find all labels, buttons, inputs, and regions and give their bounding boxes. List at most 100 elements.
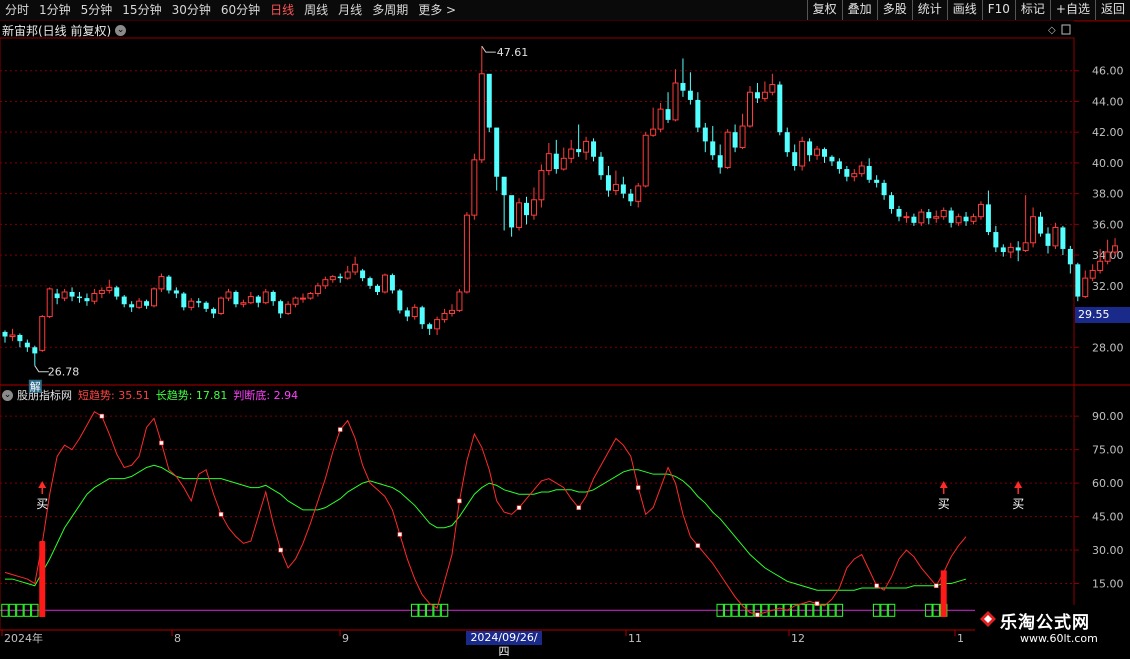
candle-body bbox=[1022, 242, 1029, 251]
candle-body bbox=[948, 210, 954, 223]
watermark: 乐淘公式网 www.60lt.com bbox=[975, 605, 1130, 650]
candle-body bbox=[628, 193, 634, 202]
buy-signal-label: 买 bbox=[1012, 497, 1024, 511]
candle-body bbox=[375, 285, 380, 292]
candle-body bbox=[605, 175, 611, 191]
x-axis-label: 12 bbox=[791, 632, 805, 645]
candle-body bbox=[747, 91, 753, 127]
candle-body bbox=[136, 300, 143, 308]
short-trend-marker bbox=[159, 440, 164, 446]
buy-arrow-icon bbox=[38, 481, 47, 488]
candle-body bbox=[1045, 233, 1051, 246]
candle-body bbox=[1007, 246, 1014, 253]
candle-body bbox=[784, 132, 790, 153]
candle-body bbox=[419, 307, 425, 325]
candle-body bbox=[680, 83, 686, 91]
buy-signal-bar bbox=[940, 570, 947, 617]
candle-body bbox=[427, 324, 433, 329]
candle-body bbox=[129, 304, 135, 308]
candle-body bbox=[516, 202, 523, 228]
short-trend-marker bbox=[397, 532, 403, 537]
candle-body bbox=[1067, 248, 1073, 265]
candle-body bbox=[620, 184, 626, 194]
candle-body bbox=[933, 216, 940, 219]
short-trend-marker bbox=[814, 601, 820, 606]
x-axis-label: 1 bbox=[957, 632, 964, 645]
short-trend-marker bbox=[576, 505, 581, 510]
candle-body bbox=[381, 274, 388, 293]
candle-body bbox=[553, 153, 559, 170]
candle-body bbox=[940, 210, 947, 218]
candle-body bbox=[777, 84, 783, 133]
short-trend-marker bbox=[278, 547, 283, 553]
price-tick-label: 28.00 bbox=[1092, 341, 1124, 354]
candle-body bbox=[963, 216, 969, 222]
candle-body bbox=[814, 148, 821, 156]
candle-body bbox=[874, 179, 880, 183]
candle-body bbox=[389, 275, 395, 291]
watermark-url: www.60lt.com bbox=[1020, 632, 1098, 645]
candle-body bbox=[285, 303, 292, 314]
low-price-label: 26.78 bbox=[48, 366, 80, 379]
candle-body bbox=[687, 90, 693, 100]
high-price-label: 47.61 bbox=[497, 46, 529, 59]
candle-body bbox=[46, 288, 53, 318]
candle-body bbox=[509, 195, 515, 228]
candle-body bbox=[211, 308, 217, 314]
candle-body bbox=[695, 99, 701, 128]
candle-body bbox=[672, 82, 679, 121]
candle-body bbox=[411, 306, 418, 318]
candle-body bbox=[501, 176, 507, 196]
candle-body bbox=[478, 73, 485, 161]
candle-body bbox=[397, 290, 403, 311]
candle-body bbox=[240, 302, 247, 305]
short-trend-marker bbox=[337, 427, 343, 432]
candle-body bbox=[836, 161, 842, 170]
candle-body bbox=[456, 291, 463, 311]
price-tick-label: 46.00 bbox=[1092, 65, 1124, 78]
candle-body bbox=[866, 165, 872, 180]
candle-body bbox=[538, 170, 545, 201]
candle-body bbox=[896, 209, 902, 217]
candle-body bbox=[32, 347, 38, 354]
candle-body bbox=[761, 91, 768, 99]
candle-body bbox=[1000, 247, 1006, 253]
candle-body bbox=[463, 214, 470, 293]
candle-body bbox=[352, 263, 359, 273]
candle-body bbox=[739, 125, 746, 149]
short-trend-marker bbox=[218, 512, 224, 517]
candle-body bbox=[314, 285, 321, 294]
price-tick-label: 42.00 bbox=[1092, 126, 1124, 139]
short-trend-marker bbox=[755, 612, 760, 618]
candle-body bbox=[404, 310, 410, 317]
candle-body bbox=[1060, 227, 1066, 249]
panel-toggle-icon bbox=[1061, 24, 1071, 35]
candle-body bbox=[91, 293, 98, 302]
candle-body bbox=[449, 309, 455, 314]
candle-body bbox=[977, 203, 984, 218]
diamond-icon: ◇ bbox=[1048, 25, 1056, 36]
price-tick-label: 36.00 bbox=[1092, 218, 1124, 231]
candle-body bbox=[851, 173, 858, 178]
price-tick-label: 32.00 bbox=[1092, 280, 1124, 293]
candle-body bbox=[106, 286, 113, 291]
candle-body bbox=[188, 300, 195, 308]
candle-body bbox=[69, 291, 75, 297]
x-axis-label: 9 bbox=[342, 632, 349, 645]
indicator-tick-label: 15.00 bbox=[1092, 578, 1124, 591]
candle-body bbox=[24, 342, 30, 348]
indicator-tick-label: 75.00 bbox=[1092, 444, 1124, 457]
chart-canvas[interactable]: ◇46.0044.0042.0040.0038.0036.0034.0032.0… bbox=[0, 0, 1130, 650]
candle-body bbox=[300, 297, 306, 300]
chart-frame bbox=[0, 37, 1075, 631]
candle-body bbox=[955, 216, 962, 224]
candle-body bbox=[17, 334, 23, 342]
candle-body bbox=[807, 141, 813, 156]
short-trend-marker bbox=[874, 583, 879, 589]
candle-body bbox=[54, 293, 60, 299]
x-axis-label: 11 bbox=[628, 632, 642, 645]
candle-body bbox=[471, 159, 478, 216]
x-axis-label: 2024年 bbox=[4, 631, 43, 645]
candle-body bbox=[77, 296, 82, 299]
candle-body bbox=[657, 108, 664, 130]
